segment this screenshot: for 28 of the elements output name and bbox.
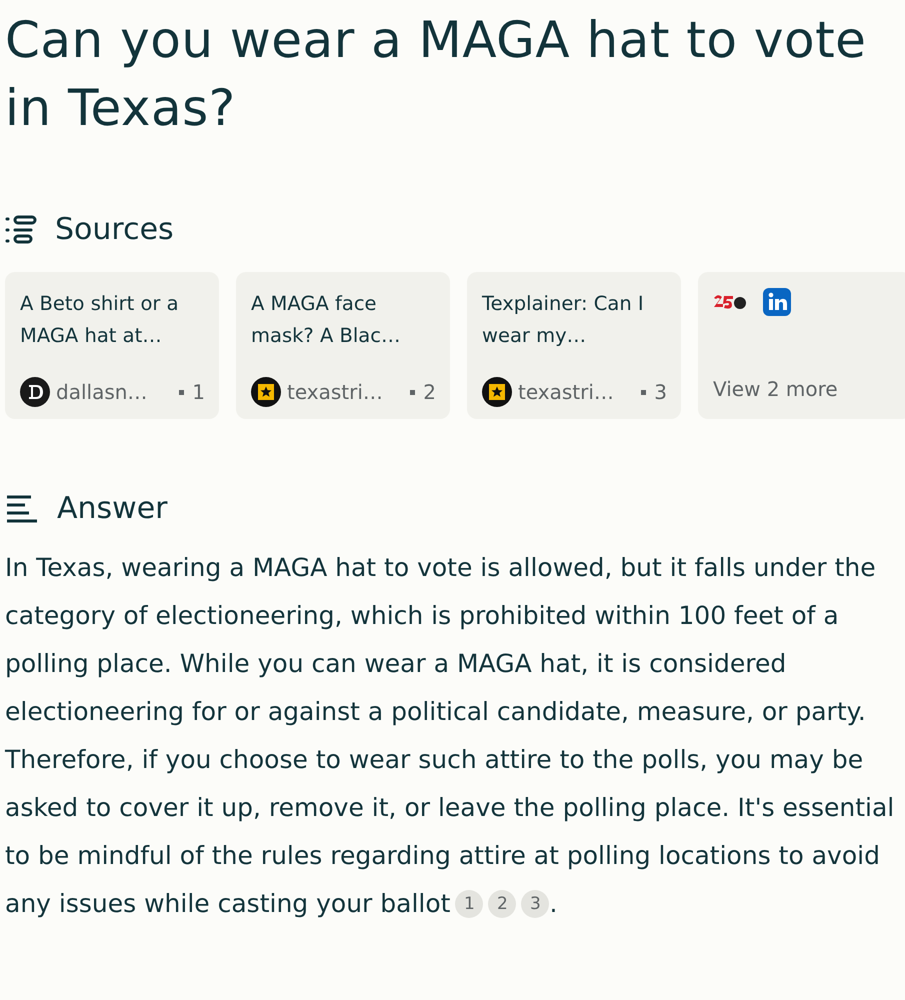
source-site: texastri… xyxy=(287,380,383,404)
source-site: texastri… xyxy=(518,380,614,404)
question-title: Can you wear a MAGA hat to vote in Texas? xyxy=(5,10,868,139)
answer-paragraph: In Texas, wearing a MAGA hat to vote is allowed, but it falls under the category of electioneering, which is prohibited within 100 feet of a polling place. While you can wear a MAGA hat, it is considered electioneering for or against a political candidate, measure, or party. Therefore, if you choose to wear such attire to the polls, you may be asked to cover it up, remove it, or leave the polling place. It's essential to be mindful of the rules regarding attire at polling locations to avoid any issues while casting your ballot 1 2 3 . xyxy=(5,552,896,920)
source-card[interactable]: A Beto shirt or a MAGA hat at… dallasn… 1 xyxy=(5,272,219,419)
source-title: A Beto shirt or a MAGA hat at… xyxy=(20,291,180,349)
source-number: 2 xyxy=(423,380,436,404)
source-number: 3 xyxy=(654,380,667,404)
sources-heading: Sources xyxy=(55,212,174,247)
citation-link[interactable]: 1 xyxy=(455,890,484,918)
tv-logo-icon xyxy=(713,293,747,311)
source-card[interactable]: A MAGA face mask? A Blac… texastri… 2 xyxy=(236,272,450,419)
site-logo-icon xyxy=(20,377,50,407)
citation-link[interactable]: 2 xyxy=(488,890,516,918)
sources-icon xyxy=(5,214,37,244)
view-more-link[interactable]: View 2 more xyxy=(713,377,898,407)
linkedin-logo-icon xyxy=(763,288,791,316)
site-logo-icon xyxy=(482,377,512,407)
source-card[interactable]: Texplainer: Can I wear my… texastri… 3 xyxy=(467,272,681,419)
source-title: A MAGA face mask? A Blac… xyxy=(251,291,402,349)
site-logo-icon xyxy=(251,377,281,407)
more-sources-card[interactable]: View 2 more xyxy=(698,272,905,419)
source-number: 1 xyxy=(192,380,205,404)
answer-icon xyxy=(5,494,39,524)
source-title: Texplainer: Can I wear my… xyxy=(482,291,645,349)
citation-link[interactable]: 3 xyxy=(521,890,550,918)
answer-heading: Answer xyxy=(57,491,168,526)
source-site: dallasn… xyxy=(56,380,148,404)
